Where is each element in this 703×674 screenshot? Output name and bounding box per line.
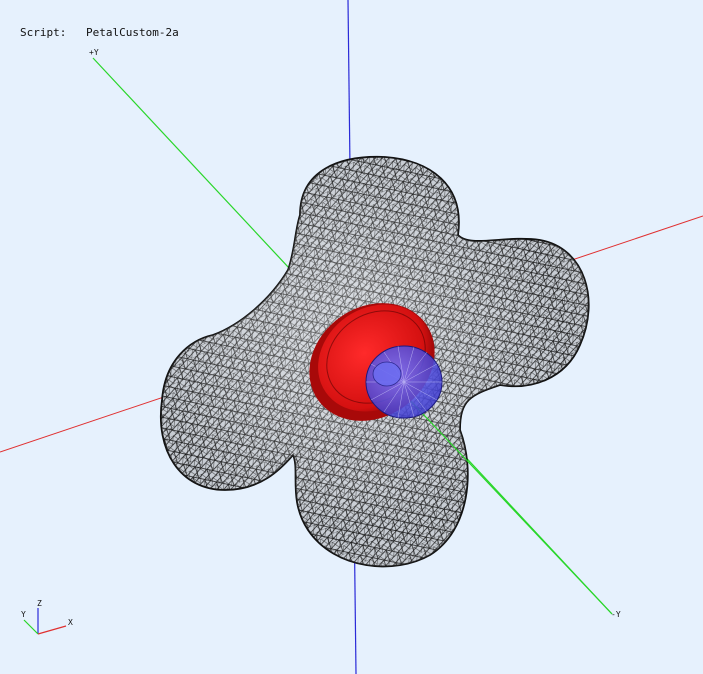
blue-disc[interactable] xyxy=(365,345,443,419)
triad-y-label: Y xyxy=(21,610,26,619)
orientation-triad xyxy=(23,608,67,635)
3d-viewport[interactable] xyxy=(0,0,703,674)
script-name: PetalCustom-2a xyxy=(86,26,179,39)
triad-x-label: X xyxy=(68,618,73,627)
minus-y-axis-label: -Y xyxy=(611,610,621,619)
plus-y-axis-label: +Y xyxy=(89,48,99,57)
triad-z-label: Z xyxy=(37,599,42,608)
script-label: Script: xyxy=(20,26,67,39)
